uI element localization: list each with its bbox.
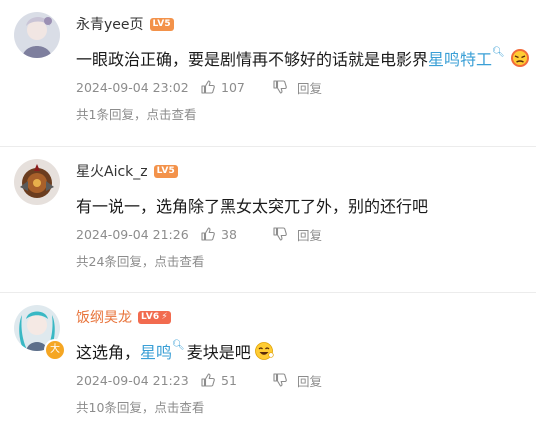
like-button[interactable]: 38 bbox=[200, 226, 263, 242]
timestamp: 2024-09-04 21:23 bbox=[76, 372, 189, 388]
comment-meta: 2024-09-04 21:23 51 回复 bbox=[76, 371, 322, 389]
thumbs-down-icon bbox=[273, 373, 287, 387]
comment-text-body: 一眼政治正确，要是剧情再不够好的话就是电影界 bbox=[76, 50, 429, 69]
verified-badge: 大 bbox=[44, 339, 66, 361]
angry-emoji-icon bbox=[510, 48, 530, 68]
reply-summary-link[interactable]: 共24条回复，点击查看 bbox=[76, 251, 204, 270]
topic-link[interactable]: 星鸣特工 bbox=[428, 46, 492, 70]
avatar[interactable] bbox=[14, 12, 60, 58]
avatar-image bbox=[14, 12, 60, 58]
reply-button[interactable]: 回复 bbox=[297, 225, 322, 244]
comment-item: 永青yee页 LV5 一眼政治正确，要是剧情再不够好的话就是电影界 星鸣特工 🔍… bbox=[0, 0, 536, 146]
timestamp: 2024-09-04 23:02 bbox=[76, 79, 189, 95]
lightning-icon: ⚡︎ bbox=[161, 311, 168, 322]
reply-button[interactable]: 回复 bbox=[297, 78, 322, 97]
comment-item: 大 饭纲昊龙 LV6 ⚡︎ 这选角， 星鸣 🔍︎ 麦块是吧 2024-09-04 … bbox=[0, 292, 536, 438]
comment-item: 星火Aick_z LV5 有一说一，选角除了黑女太突兀了外，别的还行吧 2024… bbox=[0, 146, 536, 292]
comment-text: 这选角， 星鸣 🔍︎ 麦块是吧 bbox=[76, 339, 274, 363]
comment-text-after: 麦块是吧 bbox=[186, 343, 251, 362]
thumbs-down-icon bbox=[273, 80, 287, 94]
comment-meta: 2024-09-04 21:26 38 回复 bbox=[76, 225, 322, 243]
user-info: 永青yee页 LV5 bbox=[76, 14, 174, 34]
level-badge-text: LV6 bbox=[141, 311, 160, 322]
level-badge: LV5 bbox=[149, 17, 174, 31]
thumbs-up-icon bbox=[200, 372, 216, 388]
comment-text-before: 这选角， bbox=[76, 343, 141, 362]
dislike-button[interactable] bbox=[263, 226, 297, 242]
like-count: 107 bbox=[221, 79, 245, 95]
laughing-emoji-icon bbox=[254, 341, 274, 361]
comment-text: 有一说一，选角除了黑女太突兀了外，别的还行吧 bbox=[76, 193, 428, 217]
avatar[interactable] bbox=[14, 159, 60, 205]
search-mark-icon: 🔍︎ bbox=[172, 339, 185, 351]
comment-text: 一眼政治正确，要是剧情再不够好的话就是电影界 星鸣特工 🔍︎ bbox=[76, 46, 530, 70]
user-info: 饭纲昊龙 LV6 ⚡︎ bbox=[76, 307, 171, 327]
like-count: 38 bbox=[221, 226, 237, 242]
username[interactable]: 饭纲昊龙 bbox=[76, 307, 132, 327]
username[interactable]: 永青yee页 bbox=[76, 14, 144, 34]
reply-summary-link[interactable]: 共1条回复，点击查看 bbox=[76, 104, 196, 123]
like-button[interactable]: 107 bbox=[200, 79, 263, 95]
topic-link[interactable]: 星鸣 bbox=[140, 339, 172, 363]
thumbs-down-icon bbox=[273, 227, 287, 241]
avatar-image bbox=[14, 159, 60, 205]
like-count: 51 bbox=[221, 372, 237, 388]
dislike-button[interactable] bbox=[263, 372, 297, 388]
like-button[interactable]: 51 bbox=[200, 372, 263, 388]
search-mark-icon: 🔍︎ bbox=[492, 46, 505, 58]
level-badge: LV6 ⚡︎ bbox=[138, 310, 171, 324]
username[interactable]: 星火Aick_z bbox=[76, 161, 148, 181]
timestamp: 2024-09-04 21:26 bbox=[76, 226, 189, 242]
user-info: 星火Aick_z LV5 bbox=[76, 161, 178, 181]
comment-text-body: 有一说一，选角除了黑女太突兀了外，别的还行吧 bbox=[76, 197, 429, 216]
comment-meta: 2024-09-04 23:02 107 回复 bbox=[76, 78, 322, 96]
thumbs-up-icon bbox=[200, 79, 216, 95]
thumbs-up-icon bbox=[200, 226, 216, 242]
level-badge: LV5 bbox=[153, 164, 178, 178]
reply-button[interactable]: 回复 bbox=[297, 371, 322, 390]
reply-summary-link[interactable]: 共10条回复，点击查看 bbox=[76, 397, 204, 416]
dislike-button[interactable] bbox=[263, 79, 297, 95]
